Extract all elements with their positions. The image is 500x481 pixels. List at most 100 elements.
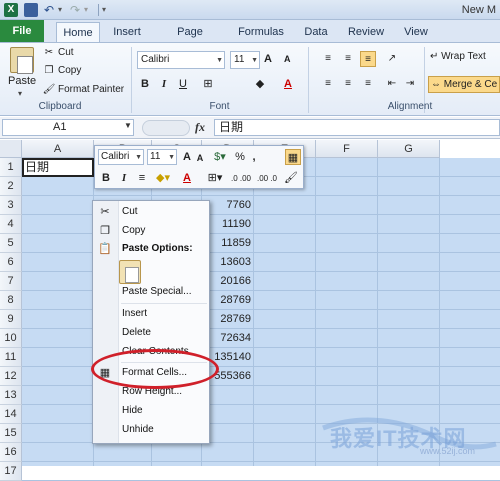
grow-font-button[interactable]: A [264, 53, 272, 65]
shrink-font-button[interactable]: A [284, 54, 291, 64]
tab-view[interactable]: View [400, 22, 432, 42]
comma-style-button[interactable]: , [249, 149, 259, 165]
formula-bar-splitter[interactable] [142, 120, 190, 136]
orientation-icon[interactable]: ↗ [384, 51, 400, 67]
font-group-label: Font [209, 101, 230, 112]
mini-font-name-select[interactable]: Calibri ▼ [98, 149, 144, 165]
wrap-text-button[interactable]: ↵ Wrap Text [430, 51, 486, 62]
paste-option-icon[interactable] [119, 260, 141, 284]
increase-decimal-button[interactable]: .0 .00 [229, 171, 253, 187]
increase-indent-icon[interactable]: ⇥ [402, 76, 418, 92]
save-icon[interactable] [24, 3, 38, 17]
mini-shrink-font-button[interactable]: A [195, 150, 205, 166]
row-header[interactable]: 11 [0, 348, 22, 367]
row-header[interactable]: 14 [0, 405, 22, 424]
menu-item-copy[interactable]: Copy [122, 222, 145, 240]
tab-file[interactable]: File [0, 20, 44, 42]
tab-home[interactable]: Home [56, 22, 100, 42]
tab-insert[interactable]: Insert [110, 22, 144, 42]
borders-icon[interactable]: ⊞▾ [205, 170, 225, 186]
row-header[interactable]: 4 [0, 215, 22, 234]
align-bottom-icon[interactable]: ≡ [360, 51, 376, 67]
tab-page-layout[interactable]: Page Layout [160, 22, 220, 58]
undo-dropdown-icon[interactable]: ▾ [58, 3, 66, 17]
decrease-decimal-button[interactable]: .00 .0 [255, 171, 279, 187]
clipboard-icon: 📋 [98, 243, 112, 255]
fill-color-icon[interactable]: ◆▾ [153, 170, 173, 186]
customize-quick-access-icon[interactable]: ▾ [102, 3, 116, 17]
select-all-corner[interactable] [0, 140, 22, 158]
menu-item-paste-special[interactable]: Paste Special... [122, 283, 191, 301]
row-header[interactable]: 10 [0, 329, 22, 348]
mini-bold-button[interactable]: B [99, 170, 113, 186]
font-color-button[interactable]: A [280, 76, 296, 92]
align-top-icon[interactable]: ≡ [320, 51, 336, 67]
redo-dropdown-icon[interactable]: ▾ [84, 3, 92, 17]
menu-item-cut[interactable]: Cut [122, 203, 138, 221]
row-header[interactable]: 7 [0, 272, 22, 291]
align-middle-icon[interactable]: ≡ [340, 51, 356, 67]
row-header[interactable]: 16 [0, 443, 22, 462]
mini-font-color-button[interactable]: A [177, 170, 197, 186]
row-header[interactable]: 12 [0, 367, 22, 386]
paste-icon[interactable] [10, 47, 34, 74]
row-header[interactable]: 13 [0, 386, 22, 405]
paste-button-label[interactable]: Paste [8, 75, 36, 87]
format-painter-icon[interactable]: ▦ [285, 149, 301, 165]
italic-button[interactable]: I [156, 76, 172, 92]
merge-center-button[interactable]: ⇔ Merge & Ce [428, 76, 500, 93]
fill-color-icon[interactable]: ◆ [252, 76, 268, 92]
chevron-down-icon: ▼ [216, 57, 223, 64]
menu-item-unhide[interactable]: Unhide [122, 421, 154, 439]
insert-function-icon[interactable]: fx [195, 120, 205, 135]
row-header[interactable]: 8 [0, 291, 22, 310]
accounting-format-icon[interactable]: $▾ [209, 149, 231, 165]
paste-options-header: Paste Options: [122, 243, 193, 254]
align-left-icon[interactable]: ≡ [320, 76, 336, 92]
menu-item-insert[interactable]: Insert [122, 305, 147, 323]
font-name-select[interactable]: Calibri ▼ [137, 51, 225, 69]
tab-review[interactable]: Review [346, 22, 386, 42]
align-right-icon[interactable]: ≡ [360, 76, 376, 92]
menu-item-hide[interactable]: Hide [122, 402, 143, 420]
cell-a1[interactable]: 日期 [25, 159, 49, 175]
row-header[interactable]: 3 [0, 196, 22, 215]
underline-button[interactable]: U [175, 76, 191, 92]
row-header[interactable]: 5 [0, 234, 22, 253]
excel-app-icon[interactable]: X [4, 3, 18, 17]
undo-icon[interactable]: ↶ [44, 3, 58, 17]
row-header[interactable]: 9 [0, 310, 22, 329]
paintbrush-icon[interactable]: 🖌 [283, 170, 299, 186]
row-header[interactable]: 15 [0, 424, 22, 443]
name-box-dropdown-icon[interactable]: ▼ [124, 121, 132, 130]
column-header[interactable]: A [22, 140, 94, 158]
formula-input[interactable]: 日期 [214, 119, 500, 136]
column-header[interactable]: F [316, 140, 378, 158]
row-header[interactable]: 6 [0, 253, 22, 272]
row-header[interactable]: 1 [0, 158, 22, 177]
row-header[interactable]: 2 [0, 177, 22, 196]
decrease-indent-icon[interactable]: ⇤ [384, 76, 400, 92]
format-painter-button[interactable]: 🖌 Format Painter [42, 82, 125, 98]
name-box[interactable]: A1 [2, 119, 134, 136]
paste-dropdown-icon[interactable]: ▾ [18, 89, 22, 98]
font-size-select[interactable]: 11 ▼ [230, 51, 260, 69]
menu-item-delete[interactable]: Delete [122, 324, 151, 342]
align-center-icon[interactable]: ≡ [340, 76, 356, 92]
row-header[interactable]: 17 [0, 462, 22, 481]
percent-style-button[interactable]: % [233, 149, 247, 165]
copy-button[interactable]: ❐ Copy [42, 63, 82, 79]
column-header[interactable]: G [378, 140, 440, 158]
mini-font-size-select[interactable]: 11 ▼ [147, 149, 177, 165]
tab-formulas[interactable]: Formulas [236, 22, 286, 42]
redo-icon[interactable]: ↷ [70, 3, 84, 17]
center-align-icon[interactable]: ≡ [135, 170, 149, 186]
mini-italic-button[interactable]: I [117, 170, 131, 186]
tab-data[interactable]: Data [300, 22, 332, 42]
mini-grow-font-button[interactable]: A [181, 149, 193, 165]
border-icon[interactable]: ⊞ [200, 76, 216, 92]
window-title: New M [461, 4, 496, 16]
cut-button[interactable]: ✂ Cut [42, 45, 74, 61]
bold-button[interactable]: B [137, 76, 153, 92]
mini-font-name: Calibri [101, 151, 130, 162]
